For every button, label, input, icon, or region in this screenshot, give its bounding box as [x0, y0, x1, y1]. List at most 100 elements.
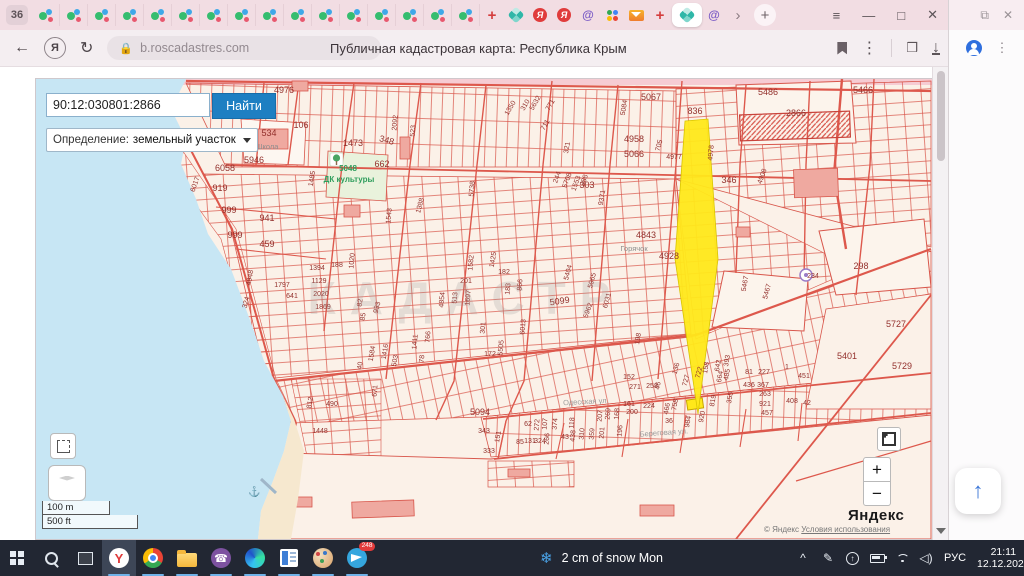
taskbar-search-button[interactable] — [34, 540, 68, 576]
pinned-tab[interactable] — [172, 4, 200, 26]
refresh-button[interactable]: ↻ — [80, 38, 93, 58]
object-type-select[interactable]: земельный участок — [133, 134, 251, 146]
battery-icon[interactable] — [870, 554, 885, 563]
pinned-tab[interactable] — [256, 4, 284, 26]
profile-avatar-icon[interactable] — [966, 40, 982, 56]
pinned-tab[interactable] — [284, 4, 312, 26]
highlighted-parcel[interactable] — [686, 398, 703, 410]
object-type-filter[interactable]: Определение: земельный участок — [46, 128, 258, 152]
toolbar-menu-icon[interactable]: ⋮ — [861, 38, 877, 58]
fullscreen-button[interactable] — [877, 427, 901, 451]
restore-icon[interactable]: ⧉ — [980, 8, 989, 23]
taskbar-edge[interactable] — [238, 540, 272, 576]
pinned-tab[interactable] — [452, 4, 480, 26]
services-dots-tab-icon[interactable] — [600, 4, 624, 26]
start-button[interactable] — [0, 540, 34, 576]
pinned-tab[interactable] — [424, 4, 452, 26]
taskbar-paint-app[interactable] — [306, 540, 340, 576]
scrollbar-down-arrow[interactable] — [936, 528, 946, 534]
map-label: 438 — [570, 430, 578, 442]
taskbar-viber[interactable]: ☎ — [204, 540, 238, 576]
pinned-tab[interactable] — [116, 4, 144, 26]
zoom-out-button[interactable]: − — [863, 481, 891, 506]
map-label: 523 — [410, 125, 418, 137]
yandex-button[interactable]: Я — [44, 37, 66, 59]
close-icon[interactable]: ✕ — [1003, 8, 1013, 22]
collections-icon[interactable]: ❒ — [906, 40, 918, 56]
layers-button[interactable] — [48, 465, 86, 501]
map-label: 168 — [614, 408, 622, 420]
taskbar-telegram[interactable]: 248 — [340, 540, 374, 576]
zoom-in-button[interactable]: + — [863, 457, 891, 482]
terms-link[interactable]: Условия использования — [801, 525, 890, 534]
pinned-tab[interactable] — [340, 4, 368, 26]
pinned-tab[interactable] — [368, 4, 396, 26]
pinned-tab[interactable] — [32, 4, 60, 26]
task-view-button[interactable] — [68, 540, 102, 576]
capture-tool-button[interactable] — [50, 433, 76, 459]
map-label: 457 — [761, 410, 773, 417]
back-button[interactable]: ← — [14, 39, 30, 57]
yandex-tab-icon[interactable]: Я — [552, 4, 576, 26]
pinned-tab[interactable] — [200, 4, 228, 26]
mail-clip-tab-icon[interactable]: @ — [702, 4, 726, 26]
taskbar-yandex-browser[interactable]: Y — [102, 540, 136, 576]
language-indicator[interactable]: РУС — [944, 552, 966, 564]
pinned-tab[interactable] — [228, 4, 256, 26]
map-label: 408 — [786, 398, 798, 405]
cadastral-number-input[interactable] — [46, 93, 210, 117]
map-label: 188 — [331, 262, 343, 269]
tray-chevron-icon[interactable]: ^ — [796, 551, 810, 565]
maximize-button[interactable]: □ — [897, 8, 905, 23]
mail-tab-icon[interactable] — [624, 4, 648, 26]
cast-icon[interactable]: ↑ — [846, 552, 859, 565]
map-label: 5067 — [641, 92, 661, 102]
map-label: Горячок — [620, 244, 648, 253]
browser-menu-icon[interactable]: ≡ — [833, 8, 841, 23]
pinned-tab[interactable] — [60, 4, 88, 26]
map-label: 4978 — [707, 145, 715, 161]
wifi-icon[interactable] — [896, 554, 908, 563]
pinned-tab[interactable] — [144, 4, 172, 26]
background-window[interactable]: ⧉ ✕ ⋮ ↑ — [948, 0, 1024, 540]
close-button[interactable]: ✕ — [927, 7, 938, 23]
volume-icon[interactable]: ◁) — [919, 551, 933, 565]
taskbar-docs-app[interactable] — [272, 540, 306, 576]
new-tab-icon[interactable]: + — [754, 4, 776, 26]
page-title: Публичная кадастровая карта: Республика … — [330, 30, 627, 66]
weather-widget[interactable]: ❄ 2 cm of snow Mon — [540, 540, 663, 576]
mail-clip-tab-icon[interactable]: @ — [576, 4, 600, 26]
taskbar-explorer[interactable] — [170, 540, 204, 576]
telegram-badge: 248 — [359, 542, 375, 551]
pinned-tab[interactable] — [312, 4, 340, 26]
map-label: 4928 — [659, 251, 679, 261]
tab-overflow-icon[interactable]: › — [726, 4, 750, 26]
cadastre-favicon — [235, 8, 249, 22]
folder-icon — [177, 553, 197, 567]
pinned-tab[interactable] — [88, 4, 116, 26]
zen-tab-icon[interactable] — [504, 4, 528, 26]
tab-counter[interactable]: 36 — [6, 5, 28, 25]
new-tab-red-icon[interactable]: + — [480, 4, 504, 26]
clock[interactable]: 21:11 12.12.2024 — [977, 546, 1024, 570]
active-tab-zen-icon[interactable] — [672, 3, 702, 27]
find-button[interactable]: Найти — [212, 93, 276, 119]
map-label: 81 — [745, 369, 753, 376]
scrollbar-thumb[interactable] — [937, 71, 945, 161]
pen-icon[interactable]: ✎ — [821, 551, 835, 565]
taskbar-chrome[interactable] — [136, 540, 170, 576]
viber-icon: ☎ — [211, 548, 231, 568]
bookmark-flag-icon[interactable] — [837, 42, 847, 55]
yandex-tab-icon[interactable]: Я — [528, 4, 552, 26]
cadastre-favicon — [67, 8, 81, 22]
minimize-button[interactable]: — — [862, 8, 875, 23]
map-label: 234 — [807, 273, 819, 280]
map-label: 196 — [617, 425, 625, 437]
map-label: 269 — [605, 408, 613, 420]
scroll-to-top-button[interactable]: ↑ — [955, 468, 1001, 514]
downloads-icon[interactable]: ↓ — [932, 42, 940, 55]
pinned-tab[interactable] — [396, 4, 424, 26]
kebab-menu-icon[interactable]: ⋮ — [996, 40, 1009, 56]
vertical-scrollbar[interactable] — [932, 67, 949, 540]
new-tab-red-icon[interactable]: + — [648, 4, 672, 26]
